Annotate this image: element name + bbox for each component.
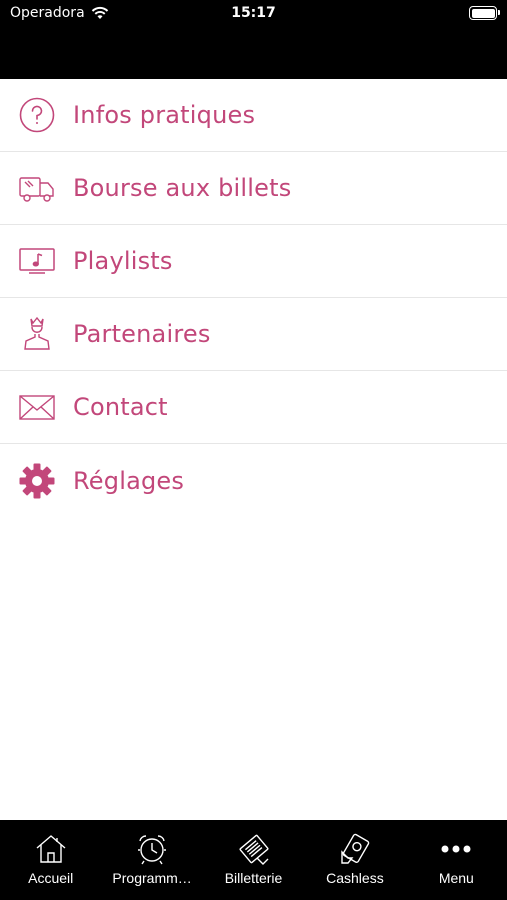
menu-item-partenaires[interactable]: Partenaires xyxy=(0,298,507,371)
menu-item-bourse-aux-billets[interactable]: Bourse aux billets xyxy=(0,152,507,225)
menu-item-label: Playlists xyxy=(73,247,173,275)
tab-programmation[interactable]: Programm… xyxy=(101,820,202,900)
crowned-person-icon xyxy=(18,315,56,353)
status-time: 15:17 xyxy=(231,5,276,21)
menu-item-label: Infos pratiques xyxy=(73,101,256,129)
tab-menu[interactable]: Menu xyxy=(406,820,507,900)
menu-item-label: Contact xyxy=(73,393,168,421)
question-circle-icon xyxy=(18,96,56,134)
battery-icon xyxy=(469,6,500,20)
menu-list: Infos pratiques Bourse aux billets Playl xyxy=(0,79,507,517)
tab-label: Cashless xyxy=(326,870,384,886)
menu-item-contact[interactable]: Contact xyxy=(0,371,507,444)
ticket-icon xyxy=(239,834,269,865)
more-dots-icon xyxy=(441,845,471,853)
envelope-icon xyxy=(18,388,56,426)
tab-label: Menu xyxy=(438,870,474,886)
menu-item-infos-pratiques[interactable]: Infos pratiques xyxy=(0,79,507,152)
menu-item-label: Partenaires xyxy=(73,320,211,348)
tab-label: Programm… xyxy=(112,870,192,886)
tab-cashless[interactable]: Cashless xyxy=(304,820,405,900)
tab-billetterie[interactable]: Billetterie xyxy=(203,820,304,900)
tab-label: Billetterie xyxy=(224,870,283,886)
truck-icon xyxy=(18,169,56,207)
menu-item-label: Bourse aux billets xyxy=(73,174,292,202)
tab-bar: Accueil Programm… Billetterie Cashless M… xyxy=(0,820,507,900)
home-icon xyxy=(36,835,66,863)
tab-label: Accueil xyxy=(28,870,74,886)
menu-item-playlists[interactable]: Playlists xyxy=(0,225,507,298)
status-bar: Operadora 15:17 xyxy=(0,0,507,79)
menu-item-reglages[interactable]: Réglages xyxy=(0,444,507,517)
music-screen-icon xyxy=(18,242,56,280)
cashless-card-icon xyxy=(341,833,370,864)
tab-accueil[interactable]: Accueil xyxy=(0,820,101,900)
alarm-clock-icon xyxy=(138,835,167,865)
menu-item-label: Réglages xyxy=(73,466,185,495)
gear-icon xyxy=(18,462,56,500)
